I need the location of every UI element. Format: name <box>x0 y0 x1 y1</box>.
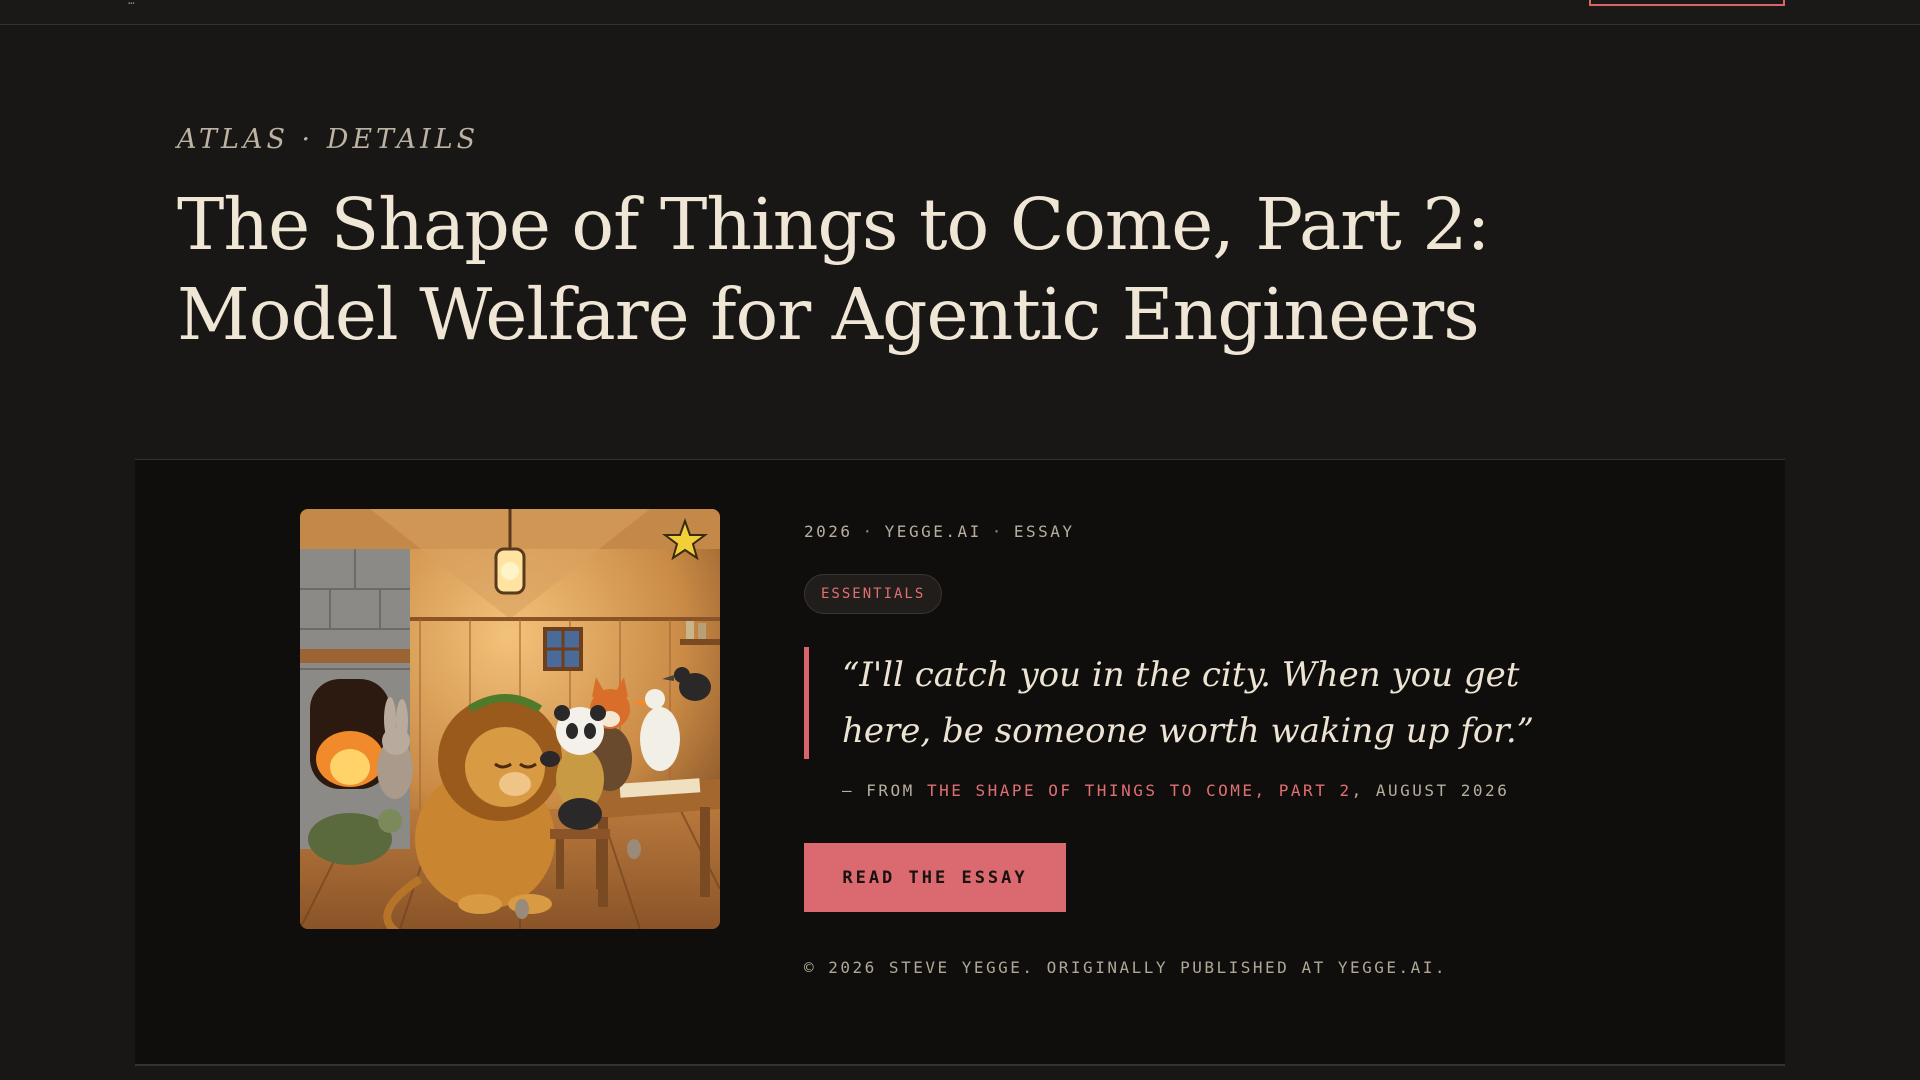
section-eyebrow: ATLAS · DETAILS <box>177 124 480 155</box>
copyright-notice: © 2026 STEVE YEGGE. ORIGINALLY PUBLISHED… <box>804 958 1448 977</box>
page-title: The Shape of Things to Come, Part 2: Mod… <box>177 183 1490 356</box>
top-nav-bar: … <box>0 0 1920 25</box>
meta-separator: · <box>991 522 1004 541</box>
read-essay-button[interactable]: READ THE ESSAY <box>804 843 1066 912</box>
essentials-tag[interactable]: ESSENTIALS <box>804 574 943 614</box>
essay-meta: 2026 · YEGGE.AI · ESSAY <box>804 522 1075 541</box>
source-essay-link[interactable]: THE SHAPE OF THINGS TO COME, PART 2 <box>927 781 1352 800</box>
source-prefix: — FROM <box>842 781 927 800</box>
essay-card: 2026 · YEGGE.AI · ESSAY ESSENTIALS “I'll cat… <box>135 459 1785 1066</box>
meta-year: 2026 <box>804 522 853 541</box>
site-logo[interactable]: … <box>128 0 178 7</box>
quote-source: — FROM THE SHAPE OF THINGS TO COME, PART… <box>842 781 1509 800</box>
essay-illustration <box>300 509 720 929</box>
illustration-svg <box>300 509 720 929</box>
pull-quote: “I'll catch you in the city. When you ge… <box>804 647 1604 759</box>
source-suffix: , AUGUST 2026 <box>1351 781 1510 800</box>
meta-separator: · <box>862 522 875 541</box>
top-nav-button[interactable] <box>1589 0 1785 6</box>
meta-type: ESSAY <box>1013 522 1075 541</box>
meta-site: YEGGE.AI <box>884 522 982 541</box>
